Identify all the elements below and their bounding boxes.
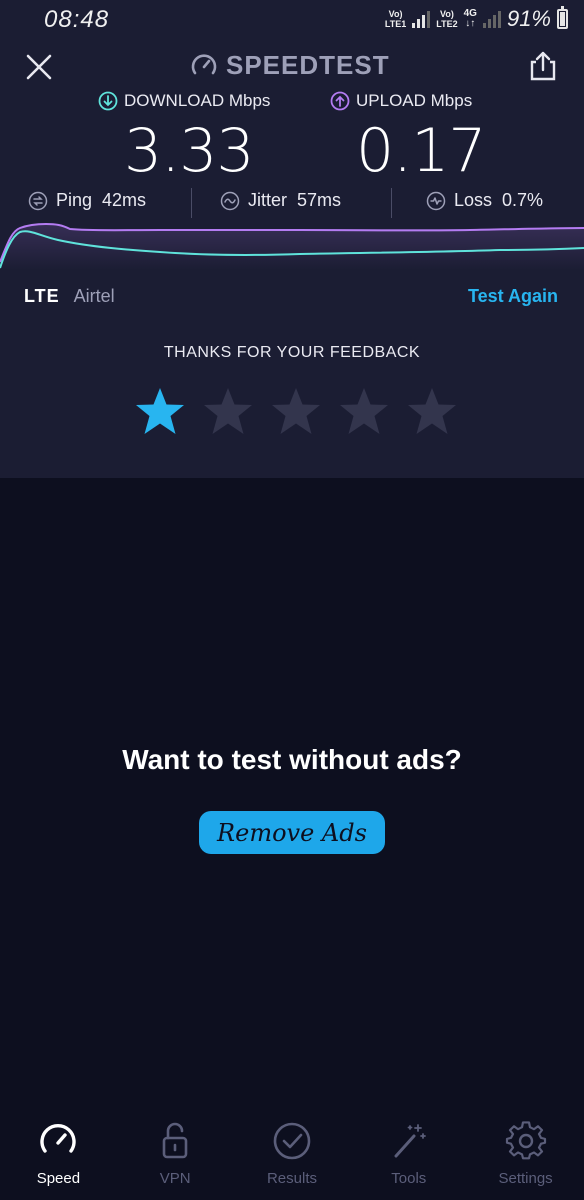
- volte-sim2-indicator: Vo) LTE2: [436, 9, 458, 29]
- star-empty-icon[interactable]: [270, 386, 322, 438]
- feedback-title: THANKS FOR YOUR FEEDBACK: [163, 344, 421, 361]
- tab-results[interactable]: Results: [234, 1110, 351, 1200]
- loss-value: 0.7%: [502, 190, 544, 210]
- loss-stat: Loss 0.7%: [426, 190, 543, 211]
- close-icon[interactable]: [24, 52, 54, 82]
- brand-name: SPEEDTEST: [226, 50, 390, 80]
- jitter-value: 57ms: [297, 190, 342, 210]
- stat-divider: [191, 188, 192, 218]
- network-technology: LTE: [24, 286, 60, 306]
- download-header: DOWNLOAD Mbps: [98, 91, 270, 111]
- speedtest-logo-icon: [191, 53, 217, 74]
- remove-ads-button[interactable]: Remove Ads: [199, 811, 385, 854]
- signal-sim1-icon: [412, 10, 431, 28]
- ping-icon: [28, 191, 48, 210]
- connection-info: LTE Airtel: [24, 286, 115, 307]
- rating-stars[interactable]: [134, 386, 458, 438]
- volte-sim1-indicator: Vo) LTE1: [384, 9, 407, 29]
- battery-icon: [557, 6, 568, 29]
- share-icon[interactable]: [528, 50, 558, 82]
- download-arrow-icon: [98, 91, 118, 111]
- network-type-indicator: 4G ↓↑: [463, 8, 477, 29]
- star-empty-icon[interactable]: [338, 386, 390, 438]
- tab-tools[interactable]: Tools: [350, 1110, 467, 1200]
- jitter-icon: [220, 191, 240, 210]
- app-brand: SPEEDTEST: [190, 50, 390, 81]
- speed-graph: [0, 222, 584, 270]
- stat-divider: [391, 188, 392, 218]
- loss-label: Loss: [454, 190, 493, 210]
- star-filled-icon[interactable]: [134, 386, 186, 438]
- gear-icon: [505, 1121, 546, 1160]
- test-again-button[interactable]: Test Again: [468, 286, 558, 307]
- check-circle-icon: [273, 1122, 311, 1160]
- upload-header: UPLOAD Mbps: [330, 91, 472, 111]
- download-label: DOWNLOAD Mbps: [124, 91, 271, 110]
- jitter-stat: Jitter 57ms: [220, 190, 341, 211]
- signal-sim2-icon: [482, 10, 501, 28]
- ping-label: Ping: [56, 190, 93, 210]
- bottom-navigation: Speed VPN Results Tools Settings: [0, 1110, 584, 1200]
- speedometer-icon: [40, 1123, 77, 1153]
- ping-stat: Ping 42ms: [28, 190, 146, 211]
- remove-ads-prompt: Want to test without ads?: [122, 744, 462, 775]
- ping-value: 42ms: [102, 190, 147, 210]
- status-clock: 08:48: [44, 6, 110, 33]
- lock-icon: [162, 1122, 188, 1159]
- tab-settings[interactable]: Settings: [467, 1110, 584, 1200]
- tab-vpn[interactable]: VPN: [117, 1110, 234, 1200]
- status-bar: 08:48 Vo) LTE1 Vo) LTE2 4G ↓↑ 91%: [0, 0, 584, 40]
- carrier-name: Airtel: [73, 286, 115, 306]
- tab-speed[interactable]: Speed: [0, 1110, 117, 1200]
- status-icons: Vo) LTE1 Vo) LTE2 4G ↓↑ 91%: [385, 6, 568, 32]
- battery-percentage: 91%: [506, 6, 551, 31]
- loss-icon: [426, 191, 446, 210]
- download-value: 3.33: [124, 116, 255, 186]
- star-empty-icon[interactable]: [202, 386, 254, 438]
- upload-value: 0.17: [356, 116, 487, 186]
- magic-wand-icon: [394, 1124, 426, 1158]
- jitter-label: Jitter: [248, 190, 288, 210]
- upload-arrow-icon: [330, 91, 350, 111]
- upload-label: UPLOAD Mbps: [356, 91, 473, 110]
- star-empty-icon[interactable]: [406, 386, 458, 438]
